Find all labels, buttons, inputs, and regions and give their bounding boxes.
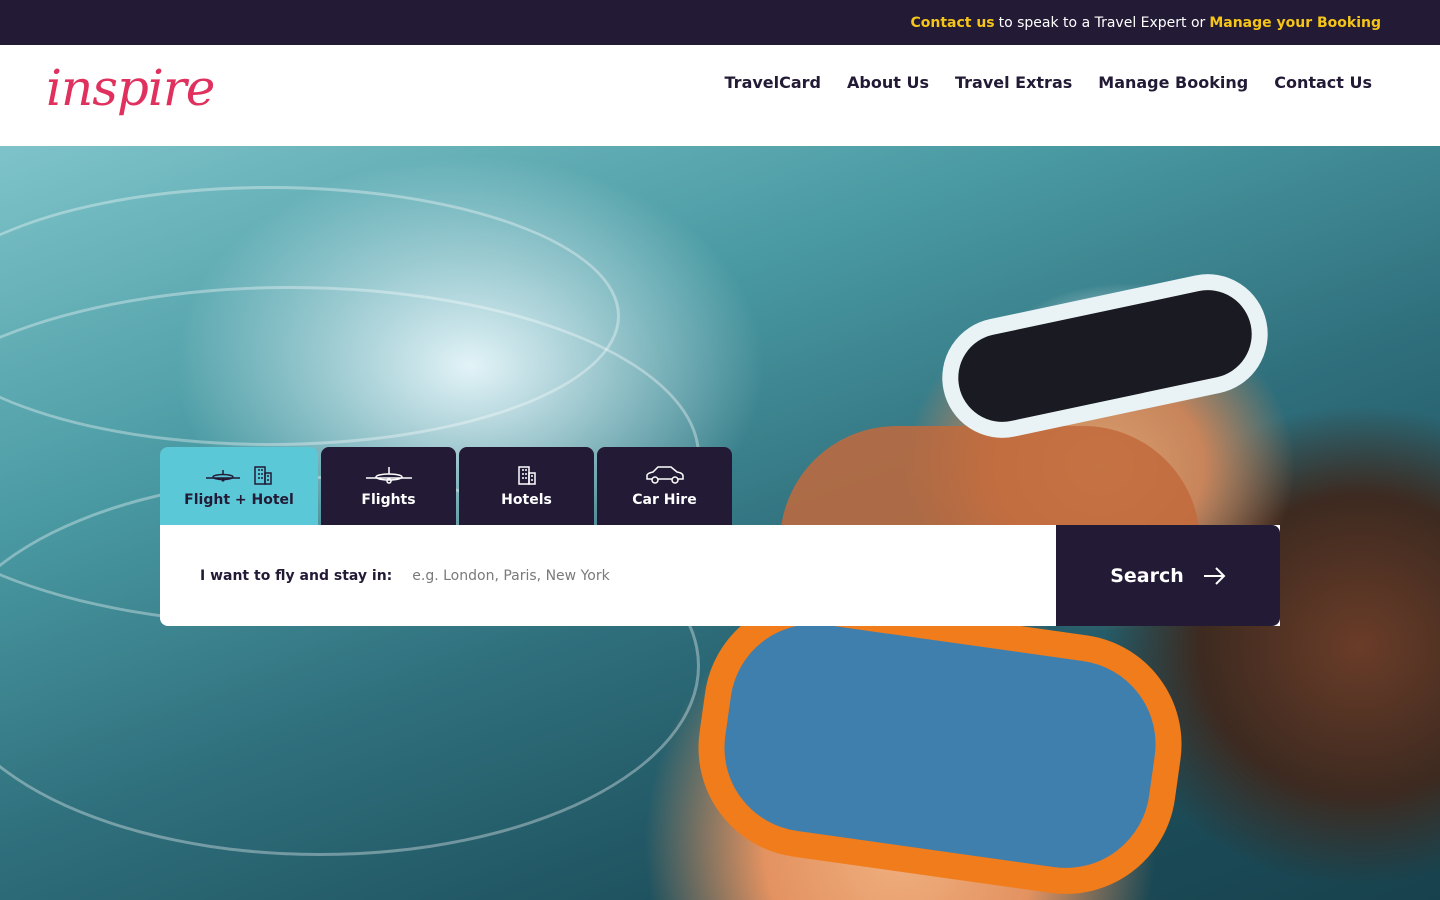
nav-travelcard[interactable]: TravelCard xyxy=(725,73,822,92)
search-panel: I want to fly and stay in: Search xyxy=(160,525,1280,626)
tab-car-hire[interactable]: Car Hire xyxy=(597,447,732,525)
contact-us-link[interactable]: Contact us xyxy=(910,15,994,31)
white-goggles xyxy=(931,263,1279,449)
orange-goggles xyxy=(684,583,1196,900)
plane-icon xyxy=(206,470,240,482)
nav-about-us[interactable]: About Us xyxy=(847,73,929,92)
tab-label: Hotels xyxy=(501,492,552,508)
nav-contact-us[interactable]: Contact Us xyxy=(1274,73,1372,92)
search-tabs: Flight + Hotel Flights Hotels Car Hire xyxy=(160,447,735,525)
car-icon xyxy=(645,466,684,484)
tab-flight-hotel[interactable]: Flight + Hotel xyxy=(160,447,318,525)
tab-label: Flights xyxy=(361,492,416,508)
main-nav: TravelCard About Us Travel Extras Manage… xyxy=(699,73,1372,92)
search-button-label: Search xyxy=(1110,564,1184,587)
tab-flights[interactable]: Flights xyxy=(321,447,456,525)
hotel-icon xyxy=(517,466,536,485)
search-button[interactable]: Search xyxy=(1056,525,1280,626)
nav-manage-booking[interactable]: Manage Booking xyxy=(1098,73,1248,92)
arrow-right-icon xyxy=(1203,566,1226,585)
nav-travel-extras[interactable]: Travel Extras xyxy=(955,73,1072,92)
tab-label: Car Hire xyxy=(632,492,697,508)
logo-text: inspire xyxy=(46,59,215,117)
topbar-text: to speak to a Travel Expert or xyxy=(998,14,1206,31)
top-bar: Contact us to speak to a Travel Expert o… xyxy=(0,0,1440,45)
hotel-icon xyxy=(254,466,272,485)
plane-icon xyxy=(365,467,412,484)
search-label: I want to fly and stay in: xyxy=(200,567,393,584)
tab-hotels[interactable]: Hotels xyxy=(459,447,594,525)
inspire-logo[interactable]: inspire xyxy=(46,59,215,133)
manage-booking-link[interactable]: Manage your Booking xyxy=(1209,15,1381,31)
tab-label: Flight + Hotel xyxy=(184,492,294,508)
destination-input[interactable] xyxy=(412,567,1013,584)
site-header: inspire TravelCard About Us Travel Extra… xyxy=(0,45,1440,146)
